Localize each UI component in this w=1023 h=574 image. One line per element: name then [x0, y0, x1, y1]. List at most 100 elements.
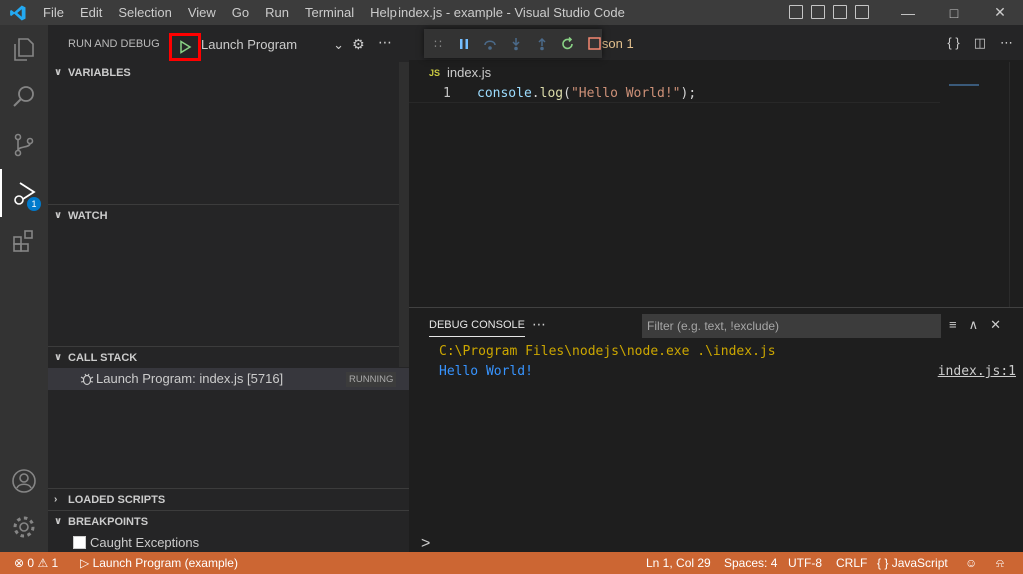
- editor-actions: { } ◫ ⋯: [947, 35, 1013, 51]
- call-stack-section-header[interactable]: ∨ CALL STACK: [48, 347, 409, 369]
- stop-icon[interactable]: [586, 36, 602, 52]
- variables-section-header[interactable]: ∨ VARIABLES: [48, 62, 409, 84]
- menu-edit[interactable]: Edit: [72, 0, 110, 25]
- breadcrumb-file[interactable]: index.js: [447, 65, 491, 80]
- minimize-icon[interactable]: —: [885, 0, 931, 25]
- watch-section-header[interactable]: ∨ WATCH: [48, 205, 409, 227]
- explorer-icon[interactable]: [0, 25, 48, 73]
- feedback-icon[interactable]: ☺: [965, 552, 977, 574]
- breadcrumb: JS index.js: [409, 62, 491, 84]
- editor-scrollbar[interactable]: [1009, 62, 1023, 307]
- debug-target-status[interactable]: ▷ Launch Program (example): [80, 552, 238, 574]
- indentation-status[interactable]: Spaces: 4: [724, 552, 777, 574]
- restart-icon[interactable]: [560, 36, 576, 52]
- close-window-icon[interactable]: ✕: [977, 0, 1023, 25]
- customize-layout-icon[interactable]: [855, 5, 869, 19]
- filter-input[interactable]: Filter (e.g. text, !exclude): [642, 314, 941, 338]
- warning-icon: ⚠: [37, 556, 49, 570]
- console-line-command: C:\Program Files\nodejs\node.exe .\index…: [439, 344, 776, 359]
- call-stack-item[interactable]: Launch Program: index.js [5716] RUNNING: [48, 368, 409, 390]
- call-stack-item-label: Launch Program: index.js [5716]: [96, 371, 284, 386]
- step-over-icon[interactable]: [482, 36, 498, 52]
- problems-status[interactable]: ⊗ 0 ⚠ 1: [14, 552, 58, 574]
- clear-console-icon[interactable]: ≡: [949, 317, 957, 333]
- maximize-panel-icon[interactable]: ∧: [969, 317, 979, 333]
- menu-bar: File Edit Selection View Go Run Terminal…: [35, 0, 405, 25]
- javascript-file-icon: JS: [429, 68, 441, 78]
- bug-icon: [80, 373, 94, 386]
- manage-gear-icon[interactable]: [0, 503, 48, 551]
- code-text[interactable]: console.log("Hello World!");: [477, 84, 696, 103]
- play-icon: [180, 40, 192, 54]
- menu-view[interactable]: View: [180, 0, 224, 25]
- chevron-down-icon: ∨: [54, 352, 63, 363]
- start-debugging-button[interactable]: [169, 33, 201, 61]
- search-icon[interactable]: [0, 73, 48, 121]
- encoding-status[interactable]: UTF-8: [788, 552, 822, 574]
- more-actions-icon[interactable]: ⋯: [532, 316, 546, 333]
- caught-exceptions-option[interactable]: Caught Exceptions: [73, 534, 199, 552]
- open-launch-json-gear-icon[interactable]: ⚙: [352, 36, 365, 53]
- menu-run[interactable]: Run: [257, 0, 297, 25]
- eol-status[interactable]: CRLF: [836, 552, 867, 574]
- vscode-logo-icon: [10, 5, 26, 21]
- pause-icon[interactable]: [456, 36, 472, 52]
- menu-selection[interactable]: Selection: [110, 0, 179, 25]
- debug-toolbar: ∷: [424, 29, 602, 58]
- toggle-primary-sidebar-icon[interactable]: [789, 5, 803, 19]
- extensions-icon[interactable]: [0, 217, 48, 265]
- status-badge: RUNNING: [346, 372, 397, 387]
- braces-icon[interactable]: { }: [947, 35, 959, 51]
- run-and-debug-icon[interactable]: 1: [0, 169, 48, 217]
- toggle-panel-icon[interactable]: [811, 5, 825, 19]
- repl-prompt[interactable]: >: [421, 535, 430, 553]
- title-bar: File Edit Selection View Go Run Terminal…: [0, 0, 1023, 25]
- launch-config-select[interactable]: Launch Program ⌄: [201, 35, 346, 55]
- accounts-icon[interactable]: [0, 457, 48, 505]
- step-into-icon[interactable]: [508, 36, 524, 52]
- window-controls: — □ ✕: [885, 0, 1023, 25]
- chevron-down-icon: ∨: [54, 67, 63, 78]
- source-link[interactable]: index.js:1: [938, 362, 1016, 381]
- language-status[interactable]: { } JavaScript: [877, 552, 948, 574]
- tab-launch-json[interactable]: json 1: [599, 36, 634, 51]
- error-count: 0: [27, 556, 35, 570]
- notifications-bell-icon[interactable]: ⍾: [996, 552, 1004, 574]
- layout-controls: [789, 5, 869, 19]
- sidebar-scrollbar[interactable]: [399, 62, 409, 367]
- tab-debug-console[interactable]: DEBUG CONSOLE: [429, 319, 525, 337]
- chevron-down-icon: ⌄: [333, 37, 344, 52]
- minimap[interactable]: [949, 84, 979, 86]
- debug-icon: ▷: [80, 556, 90, 570]
- braces-icon: { }: [877, 556, 889, 570]
- sidebar-title: RUN AND DEBUG: [68, 38, 160, 50]
- chevron-right-icon: ›: [54, 494, 58, 505]
- close-panel-icon[interactable]: ✕: [990, 317, 1001, 333]
- launch-config-label: Launch Program: [201, 37, 298, 52]
- more-actions-icon[interactable]: ⋯: [1000, 35, 1013, 51]
- more-actions-icon[interactable]: ⋯: [378, 34, 392, 51]
- menu-file[interactable]: File: [35, 0, 72, 25]
- menu-terminal[interactable]: Terminal: [297, 0, 362, 25]
- source-control-icon[interactable]: [0, 121, 48, 169]
- drag-handle-icon[interactable]: ∷: [430, 36, 446, 52]
- line-number: 1: [443, 86, 451, 101]
- run-and-debug-sidebar: RUN AND DEBUG Launch Program ⌄ ⚙ ⋯ ∨ VAR…: [48, 25, 409, 552]
- caught-exceptions-checkbox[interactable]: [73, 536, 86, 549]
- chevron-down-icon: ∨: [54, 210, 63, 221]
- loaded-scripts-section-header[interactable]: › LOADED SCRIPTS: [48, 489, 409, 511]
- menu-help[interactable]: Help: [362, 0, 405, 25]
- warning-count: 1: [51, 556, 59, 570]
- step-out-icon[interactable]: [534, 36, 550, 52]
- console-line-output: Hello World!: [439, 364, 533, 379]
- status-bar: ⊗ 0 ⚠ 1 ▷ Launch Program (example) Ln 1,…: [0, 552, 1023, 574]
- panel-actions: ≡ ∧ ✕: [949, 317, 1001, 333]
- cursor-position[interactable]: Ln 1, Col 29: [646, 552, 711, 574]
- menu-go[interactable]: Go: [224, 0, 257, 25]
- toggle-secondary-sidebar-icon[interactable]: [833, 5, 847, 19]
- code-line[interactable]: 1 console.log("Hello World!");: [409, 84, 940, 103]
- maximize-icon[interactable]: □: [931, 0, 977, 25]
- error-icon: ⊗: [14, 556, 25, 570]
- split-editor-icon[interactable]: ◫: [974, 35, 986, 51]
- breakpoints-section-header[interactable]: ∨ BREAKPOINTS: [48, 511, 409, 533]
